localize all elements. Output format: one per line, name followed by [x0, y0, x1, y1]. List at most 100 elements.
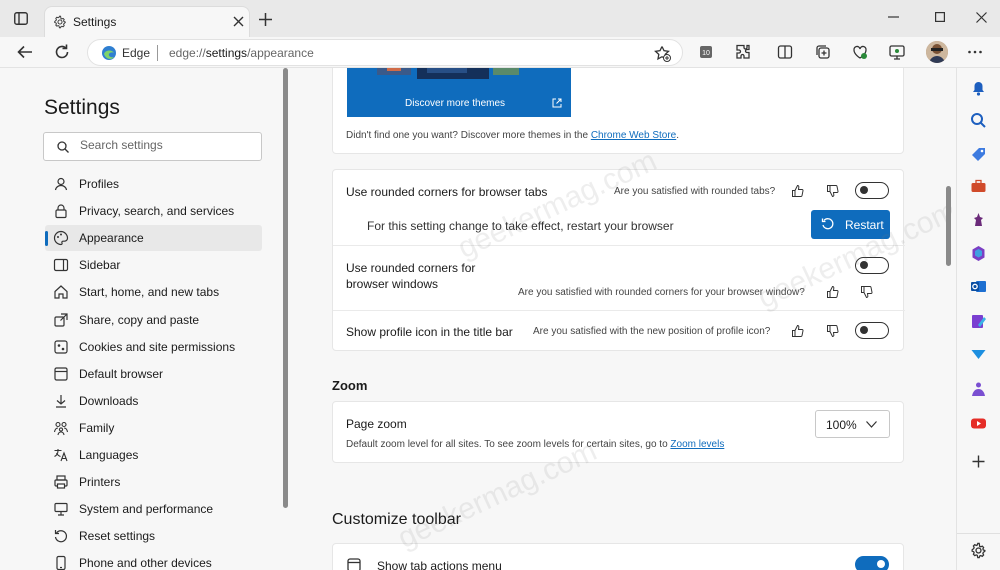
- profile-icon-label: Show profile icon in the title bar: [346, 325, 513, 339]
- theme-store-text: Didn't find one you want? Discover more …: [346, 130, 679, 141]
- appearance-options-card: Use rounded corners for browser tabs Are…: [332, 169, 905, 351]
- split-screen-icon[interactable]: [776, 43, 794, 61]
- reset-icon: [53, 528, 69, 544]
- outlook-icon[interactable]: [970, 278, 987, 295]
- url-host: settings: [205, 46, 248, 60]
- collections-icon[interactable]: [814, 43, 832, 61]
- tab-actions-label: Show tab actions menu: [377, 559, 502, 570]
- search-input[interactable]: [80, 138, 250, 152]
- sidebar-item-sidebar[interactable]: Sidebar: [45, 252, 262, 278]
- url-path: /appearance: [247, 46, 314, 60]
- gear-icon[interactable]: [970, 542, 987, 559]
- sidebar-item-label: Reset settings: [79, 529, 156, 544]
- thumbs-down-icon[interactable]: [826, 184, 840, 198]
- tab-actions-toggle[interactable]: [855, 556, 889, 570]
- chrome-web-store-link[interactable]: Chrome Web Store: [591, 130, 676, 141]
- sidebar-item-reset[interactable]: Reset settings: [45, 523, 262, 549]
- youtube-icon[interactable]: [970, 415, 987, 432]
- sidebar-icon: [53, 257, 69, 273]
- theme-preview-image: [377, 68, 527, 79]
- extension-badge-icon[interactable]: 10: [697, 43, 715, 61]
- back-icon[interactable]: [16, 43, 34, 61]
- sidebar-item-profiles[interactable]: Profiles: [45, 171, 262, 197]
- sidebar-item-family[interactable]: Family: [45, 415, 262, 441]
- maximize-icon[interactable]: [935, 12, 945, 22]
- sidebar-item-system[interactable]: System and performance: [45, 496, 262, 522]
- sidebar-item-appearance[interactable]: Appearance: [45, 225, 262, 252]
- thumbs-up-icon[interactable]: [791, 324, 805, 338]
- rounded-windows-toggle[interactable]: [855, 257, 889, 274]
- lock-icon: [53, 203, 69, 219]
- new-tab-icon[interactable]: [259, 13, 272, 26]
- share-icon: [53, 312, 69, 328]
- sidebar-item-label: Cookies and site permissions: [79, 339, 236, 354]
- tab-settings[interactable]: Settings: [44, 6, 250, 37]
- sidebar-item-share[interactable]: Share, copy and paste: [45, 307, 262, 333]
- cookie-icon: [53, 339, 69, 355]
- avatar[interactable]: [926, 41, 948, 63]
- tab-actions-menu-icon: [347, 558, 361, 570]
- refresh-icon[interactable]: [53, 43, 71, 61]
- thumbs-down-icon[interactable]: [860, 285, 874, 299]
- close-tab-icon[interactable]: [233, 16, 244, 27]
- extensions-icon[interactable]: [734, 43, 752, 61]
- wellness-icon[interactable]: [970, 381, 987, 398]
- sidebar-item-languages[interactable]: Languages: [45, 442, 262, 468]
- shopping-tag-icon[interactable]: [970, 146, 987, 163]
- customize-toolbar-title: Customize toolbar: [332, 511, 461, 528]
- performance-icon[interactable]: [851, 43, 869, 61]
- sidebar-item-privacy[interactable]: Privacy, search, and services: [45, 198, 262, 224]
- thumbs-up-icon[interactable]: [791, 184, 805, 198]
- store-prefix: Didn't find one you want? Discover more …: [346, 130, 591, 141]
- screenshot-icon[interactable]: [888, 43, 906, 61]
- sidebar-item-phone[interactable]: Phone and other devices: [45, 550, 262, 570]
- zoom-card: Page zoom Default zoom level for all sit…: [332, 401, 904, 463]
- restart-button[interactable]: Restart: [811, 210, 890, 239]
- thumbs-up-icon[interactable]: [826, 285, 840, 299]
- row-divider: [333, 310, 905, 311]
- sidebar-item-printers[interactable]: Printers: [45, 469, 262, 495]
- sidebar-item-default[interactable]: Default browser: [45, 361, 262, 387]
- designer-icon[interactable]: [970, 313, 987, 330]
- discover-themes-tile[interactable]: Discover more themes: [347, 68, 571, 117]
- close-window-icon[interactable]: [976, 12, 987, 23]
- sidebar-item-label: Sidebar: [79, 258, 121, 273]
- sidebar-item-label: System and performance: [79, 502, 214, 517]
- edge-sidebar: [956, 68, 1000, 570]
- sidebar-item-downloads[interactable]: Downloads: [45, 388, 262, 414]
- tools-icon[interactable]: [970, 178, 987, 195]
- add-favorite-icon[interactable]: [654, 45, 671, 62]
- browser-brand: Edge: [122, 46, 151, 60]
- sidebar-item-label: Profiles: [79, 177, 120, 191]
- url-text[interactable]: edge://settings/appearance: [169, 46, 314, 60]
- tab-actions-icon[interactable]: [14, 12, 28, 25]
- drop-icon[interactable]: [970, 346, 987, 363]
- sidebar-item-cookies[interactable]: Cookies and site permissions: [45, 334, 262, 360]
- page-zoom-desc-text: Default zoom level for all sites. To see…: [346, 439, 671, 450]
- svg-text:10: 10: [702, 50, 710, 57]
- address-bar[interactable]: Edge edge://settings/appearance: [87, 39, 683, 66]
- rounded-tabs-label: Use rounded corners for browser tabs: [346, 185, 548, 199]
- nav-scrollbar[interactable]: [283, 68, 288, 508]
- add-icon[interactable]: [970, 453, 987, 470]
- sidebar-item-label: Default browser: [79, 366, 164, 381]
- bell-icon[interactable]: [970, 80, 987, 97]
- office-icon[interactable]: [970, 245, 987, 262]
- more-menu-icon[interactable]: [966, 43, 984, 61]
- sidebar-item-start[interactable]: Start, home, and new tabs: [45, 279, 262, 305]
- restart-note: For this setting change to take effect, …: [367, 219, 674, 233]
- zoom-levels-link[interactable]: Zoom levels: [670, 439, 724, 450]
- page-zoom-label: Page zoom: [346, 417, 407, 431]
- profile-icon-toggle[interactable]: [855, 322, 889, 339]
- minimize-icon[interactable]: [888, 16, 899, 18]
- sidebar-item-label: Share, copy and paste: [79, 312, 200, 327]
- themes-card: Discover more themes Didn't find one you…: [332, 68, 904, 154]
- content-scrollbar[interactable]: [946, 186, 951, 266]
- search-box[interactable]: [43, 132, 262, 161]
- search-icon[interactable]: [970, 112, 987, 129]
- thumbs-down-icon[interactable]: [826, 324, 840, 338]
- page-zoom-select[interactable]: 100%: [815, 410, 890, 438]
- games-icon[interactable]: [970, 211, 987, 228]
- rounded-tabs-toggle[interactable]: [855, 182, 889, 199]
- sidebar-divider: [957, 533, 1000, 534]
